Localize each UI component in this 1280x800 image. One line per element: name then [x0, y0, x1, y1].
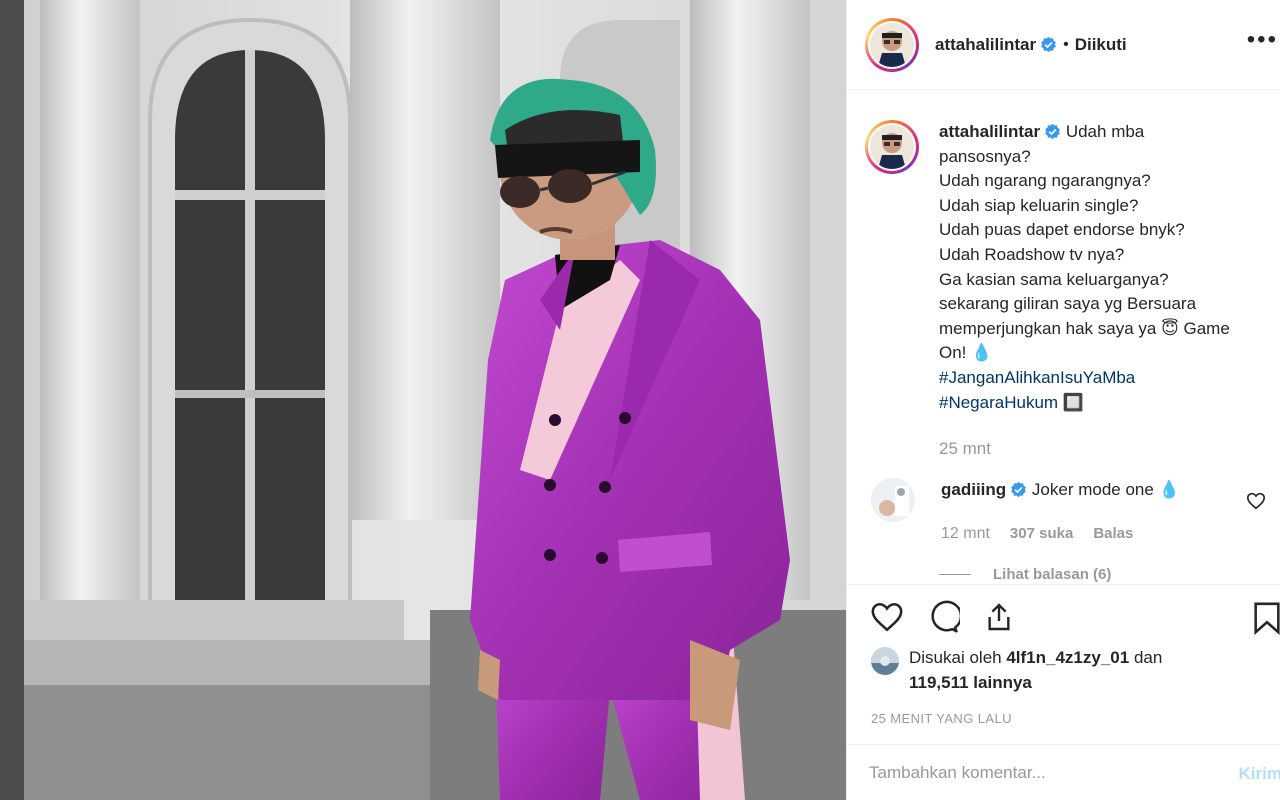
caption-time[interactable]: 25 mnt [939, 437, 1280, 462]
comment-input[interactable] [869, 762, 1209, 783]
share-button[interactable] [981, 599, 1017, 635]
author-avatar[interactable] [865, 17, 919, 72]
comment-heart-icon[interactable] [1246, 492, 1266, 510]
comment-time[interactable]: 12 mnt [941, 522, 990, 546]
comment-line: gadiiing Joker mode one 💧 [941, 478, 1180, 502]
caption-line: Udah mba [1065, 122, 1145, 141]
comment-item: gadiiing Joker mode one 💧 12 mnt 307 suk… [847, 462, 1280, 546]
caption-avatar[interactable] [865, 120, 919, 174]
verified-icon [1011, 481, 1026, 497]
caption-line-first: attahalilintar Udah mba [939, 120, 1280, 145]
bookmark-icon[interactable] [1252, 601, 1280, 635]
post-header: attahalilintar • Diikuti ••• [847, 0, 1280, 90]
post-actions: Disukai oleh 4lf1n_4z1zy_01 dan 119,511 … [847, 584, 1280, 744]
caption-line: Ga kasian sama keluarganya? [939, 269, 1169, 289]
caption-avatar-image [870, 125, 914, 169]
like-button[interactable] [869, 599, 905, 635]
comment-icon [931, 600, 960, 633]
hashtag-link[interactable]: #JanganAlihkanIsuYaMba [939, 366, 1280, 391]
verified-icon [1045, 123, 1060, 140]
likes-text: Disukai oleh 4lf1n_4z1zy_01 dan 119,511 … [909, 645, 1162, 695]
follow-status[interactable]: Diikuti [1075, 35, 1127, 55]
reply-button[interactable]: Balas [1093, 522, 1133, 546]
action-icons [847, 585, 1280, 635]
header-user: attahalilintar • Diikuti [935, 35, 1127, 55]
caption-line: pansosnya? [939, 146, 1031, 166]
caption-line: Udah Roadshow tv nya? [939, 244, 1125, 264]
comment-likes[interactable]: 307 suka [1010, 522, 1073, 546]
likes-prefix: Disukai oleh [909, 648, 1002, 667]
likes-connector: dan [1133, 648, 1163, 667]
likes-count[interactable]: 119,511 lainnya [909, 673, 1032, 692]
caption-text: attahalilintar Udah mba pansosnya? Udah … [939, 120, 1280, 462]
commenter-avatar[interactable] [871, 477, 915, 522]
hashtag-link[interactable]: #NegaraHukum 🔲 [939, 391, 1280, 416]
send-button[interactable]: Kirim [1239, 764, 1280, 784]
view-replies-label: Lihat balasan (6) [993, 565, 1112, 583]
view-replies-button[interactable]: Lihat balasan (6) [939, 566, 1280, 583]
replies-divider [939, 573, 971, 575]
caption-line: Udah ngarang ngarangnya? [939, 171, 1151, 191]
caption-line: Udah puas dapet endorse bnyk? [939, 220, 1185, 240]
comments-list[interactable]: attahalilintar Udah mba pansosnya? Udah … [847, 90, 1280, 584]
caption-line: On! 💧 [939, 343, 993, 363]
caption-username[interactable]: attahalilintar [939, 122, 1040, 141]
posted-time[interactable]: 25 MENIT YANG LALU [847, 695, 1280, 726]
commenter-username[interactable]: gadiiing [941, 480, 1006, 499]
post-side-panel: attahalilintar • Diikuti ••• attahalilin… [846, 0, 1280, 800]
liker-avatar[interactable] [871, 647, 899, 675]
photo-edge [0, 0, 24, 800]
post-photo[interactable] [0, 0, 846, 800]
share-icon [988, 603, 1010, 631]
add-comment-bar: Kirim [847, 744, 1280, 800]
comment-text: Joker mode one 💧 [1031, 479, 1180, 499]
caption-line: memperjungkan hak saya ya 😇 Game [939, 318, 1230, 338]
liker-username[interactable]: 4lf1n_4z1zy_01 [1006, 648, 1129, 667]
photo-illustration [0, 0, 846, 800]
heart-icon [871, 602, 903, 632]
comment-meta: 12 mnt 307 suka Balas [941, 522, 1180, 546]
commenter-avatar-image [871, 477, 915, 522]
caption-line: Udah siap keluarin single? [939, 195, 1139, 215]
comment-body: gadiiing Joker mode one 💧 12 mnt 307 suk… [941, 478, 1180, 546]
likes-summary: Disukai oleh 4lf1n_4z1zy_01 dan 119,511 … [847, 635, 1280, 695]
more-icon[interactable]: ••• [1247, 26, 1278, 54]
liker-avatar-image [871, 647, 899, 675]
author-username[interactable]: attahalilintar [935, 35, 1036, 55]
author-avatar-image [870, 22, 914, 67]
comment-button[interactable] [925, 599, 961, 635]
header-separator: • [1063, 35, 1069, 53]
caption-line: sekarang giliran saya yg Bersuara [939, 294, 1197, 314]
caption-comment: attahalilintar Udah mba pansosnya? Udah … [847, 90, 1280, 462]
verified-icon [1041, 36, 1056, 53]
